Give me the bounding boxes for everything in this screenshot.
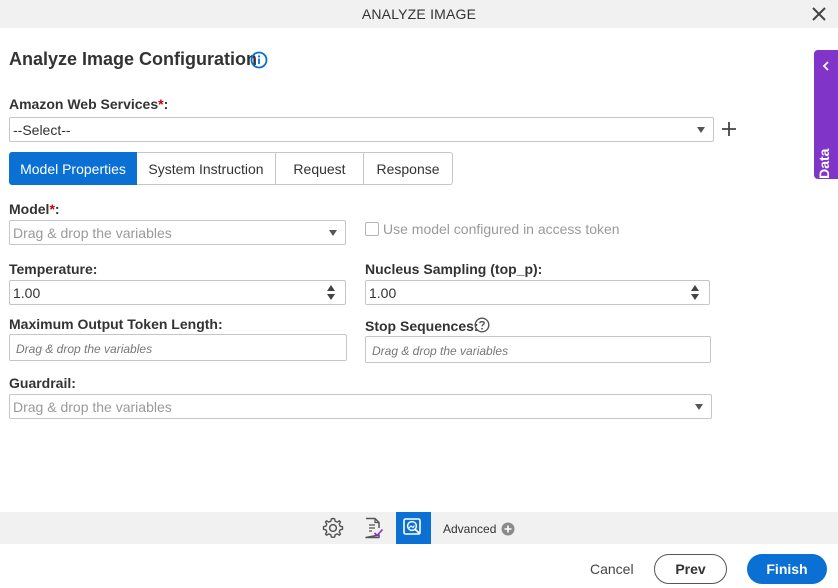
bottom-toolbar: Advanced: [0, 512, 838, 544]
app-data-tab[interactable]: App Data: [814, 50, 838, 210]
document-check-icon[interactable]: [361, 516, 385, 540]
plus-circle-icon[interactable]: [501, 522, 515, 536]
stop-sequences-field[interactable]: Drag & drop the variables: [365, 336, 711, 363]
close-icon[interactable]: [810, 5, 828, 23]
window-title: ANALYZE IMAGE: [361, 6, 477, 22]
aws-select-value: --Select--: [13, 122, 71, 138]
app-data-label: App Data: [816, 148, 832, 210]
image-analysis-button[interactable]: [396, 512, 431, 544]
top-p-stepper[interactable]: 1.00: [365, 280, 710, 305]
top-p-value: 1.00: [369, 285, 397, 301]
chevron-left-icon: [822, 61, 829, 71]
title-bar: ANALYZE IMAGE: [0, 0, 838, 28]
guardrail-placeholder: Drag & drop the variables: [13, 399, 172, 415]
increment-icon[interactable]: [691, 285, 699, 291]
aws-select[interactable]: --Select--: [9, 117, 714, 142]
caret-down-icon: [697, 127, 705, 133]
model-select[interactable]: Drag & drop the variables: [9, 220, 346, 245]
tab-request[interactable]: Request: [276, 152, 364, 185]
cancel-button[interactable]: Cancel: [590, 561, 634, 577]
temperature-value: 1.00: [13, 285, 41, 301]
advanced-link[interactable]: Advanced: [443, 522, 496, 536]
use-model-checkbox-label: Use model configured in access token: [383, 221, 620, 237]
tab-response[interactable]: Response: [364, 152, 453, 185]
aws-label: Amazon Web Services*:: [9, 96, 168, 112]
decrement-icon[interactable]: [691, 294, 699, 300]
increment-icon[interactable]: [327, 285, 335, 291]
guardrail-select[interactable]: Drag & drop the variables: [9, 394, 712, 419]
page-title: Analyze Image Configuration: [9, 49, 258, 69]
temperature-stepper[interactable]: 1.00: [9, 280, 346, 305]
tab-model-properties[interactable]: Model Properties: [9, 152, 137, 185]
aws-label-suffix: :: [163, 96, 169, 112]
caret-down-icon: [695, 404, 703, 410]
temperature-label: Temperature:: [9, 261, 98, 277]
property-tabs: Model Properties System Instruction Requ…: [9, 152, 453, 185]
model-label: Model*:: [9, 201, 60, 217]
model-label-suffix: :: [54, 201, 60, 217]
stop-sequences-label: Stop Sequences:: [365, 318, 479, 334]
model-placeholder: Drag & drop the variables: [13, 225, 172, 241]
prev-button[interactable]: Prev: [654, 554, 727, 584]
top-p-label: Nucleus Sampling (top_p):: [365, 261, 543, 277]
use-model-checkbox[interactable]: [365, 222, 379, 236]
gear-icon[interactable]: [321, 516, 345, 540]
caret-down-icon: [329, 230, 337, 236]
tab-system-instruction[interactable]: System Instruction: [137, 152, 276, 185]
max-tokens-label: Maximum Output Token Length:: [9, 316, 223, 332]
decrement-icon[interactable]: [327, 294, 335, 300]
model-label-text: Model: [9, 201, 50, 217]
max-tokens-field[interactable]: Drag & drop the variables: [9, 334, 347, 361]
stop-sequences-placeholder: Drag & drop the variables: [372, 344, 509, 358]
guardrail-label: Guardrail:: [9, 375, 76, 391]
help-icon[interactable]: [474, 317, 490, 333]
image-search-icon: [403, 518, 421, 535]
max-tokens-placeholder: Drag & drop the variables: [16, 342, 153, 356]
finish-button[interactable]: Finish: [747, 554, 827, 584]
aws-label-text: Amazon Web Services: [9, 96, 159, 112]
info-icon[interactable]: [250, 51, 268, 69]
add-connection-icon[interactable]: [720, 120, 738, 138]
